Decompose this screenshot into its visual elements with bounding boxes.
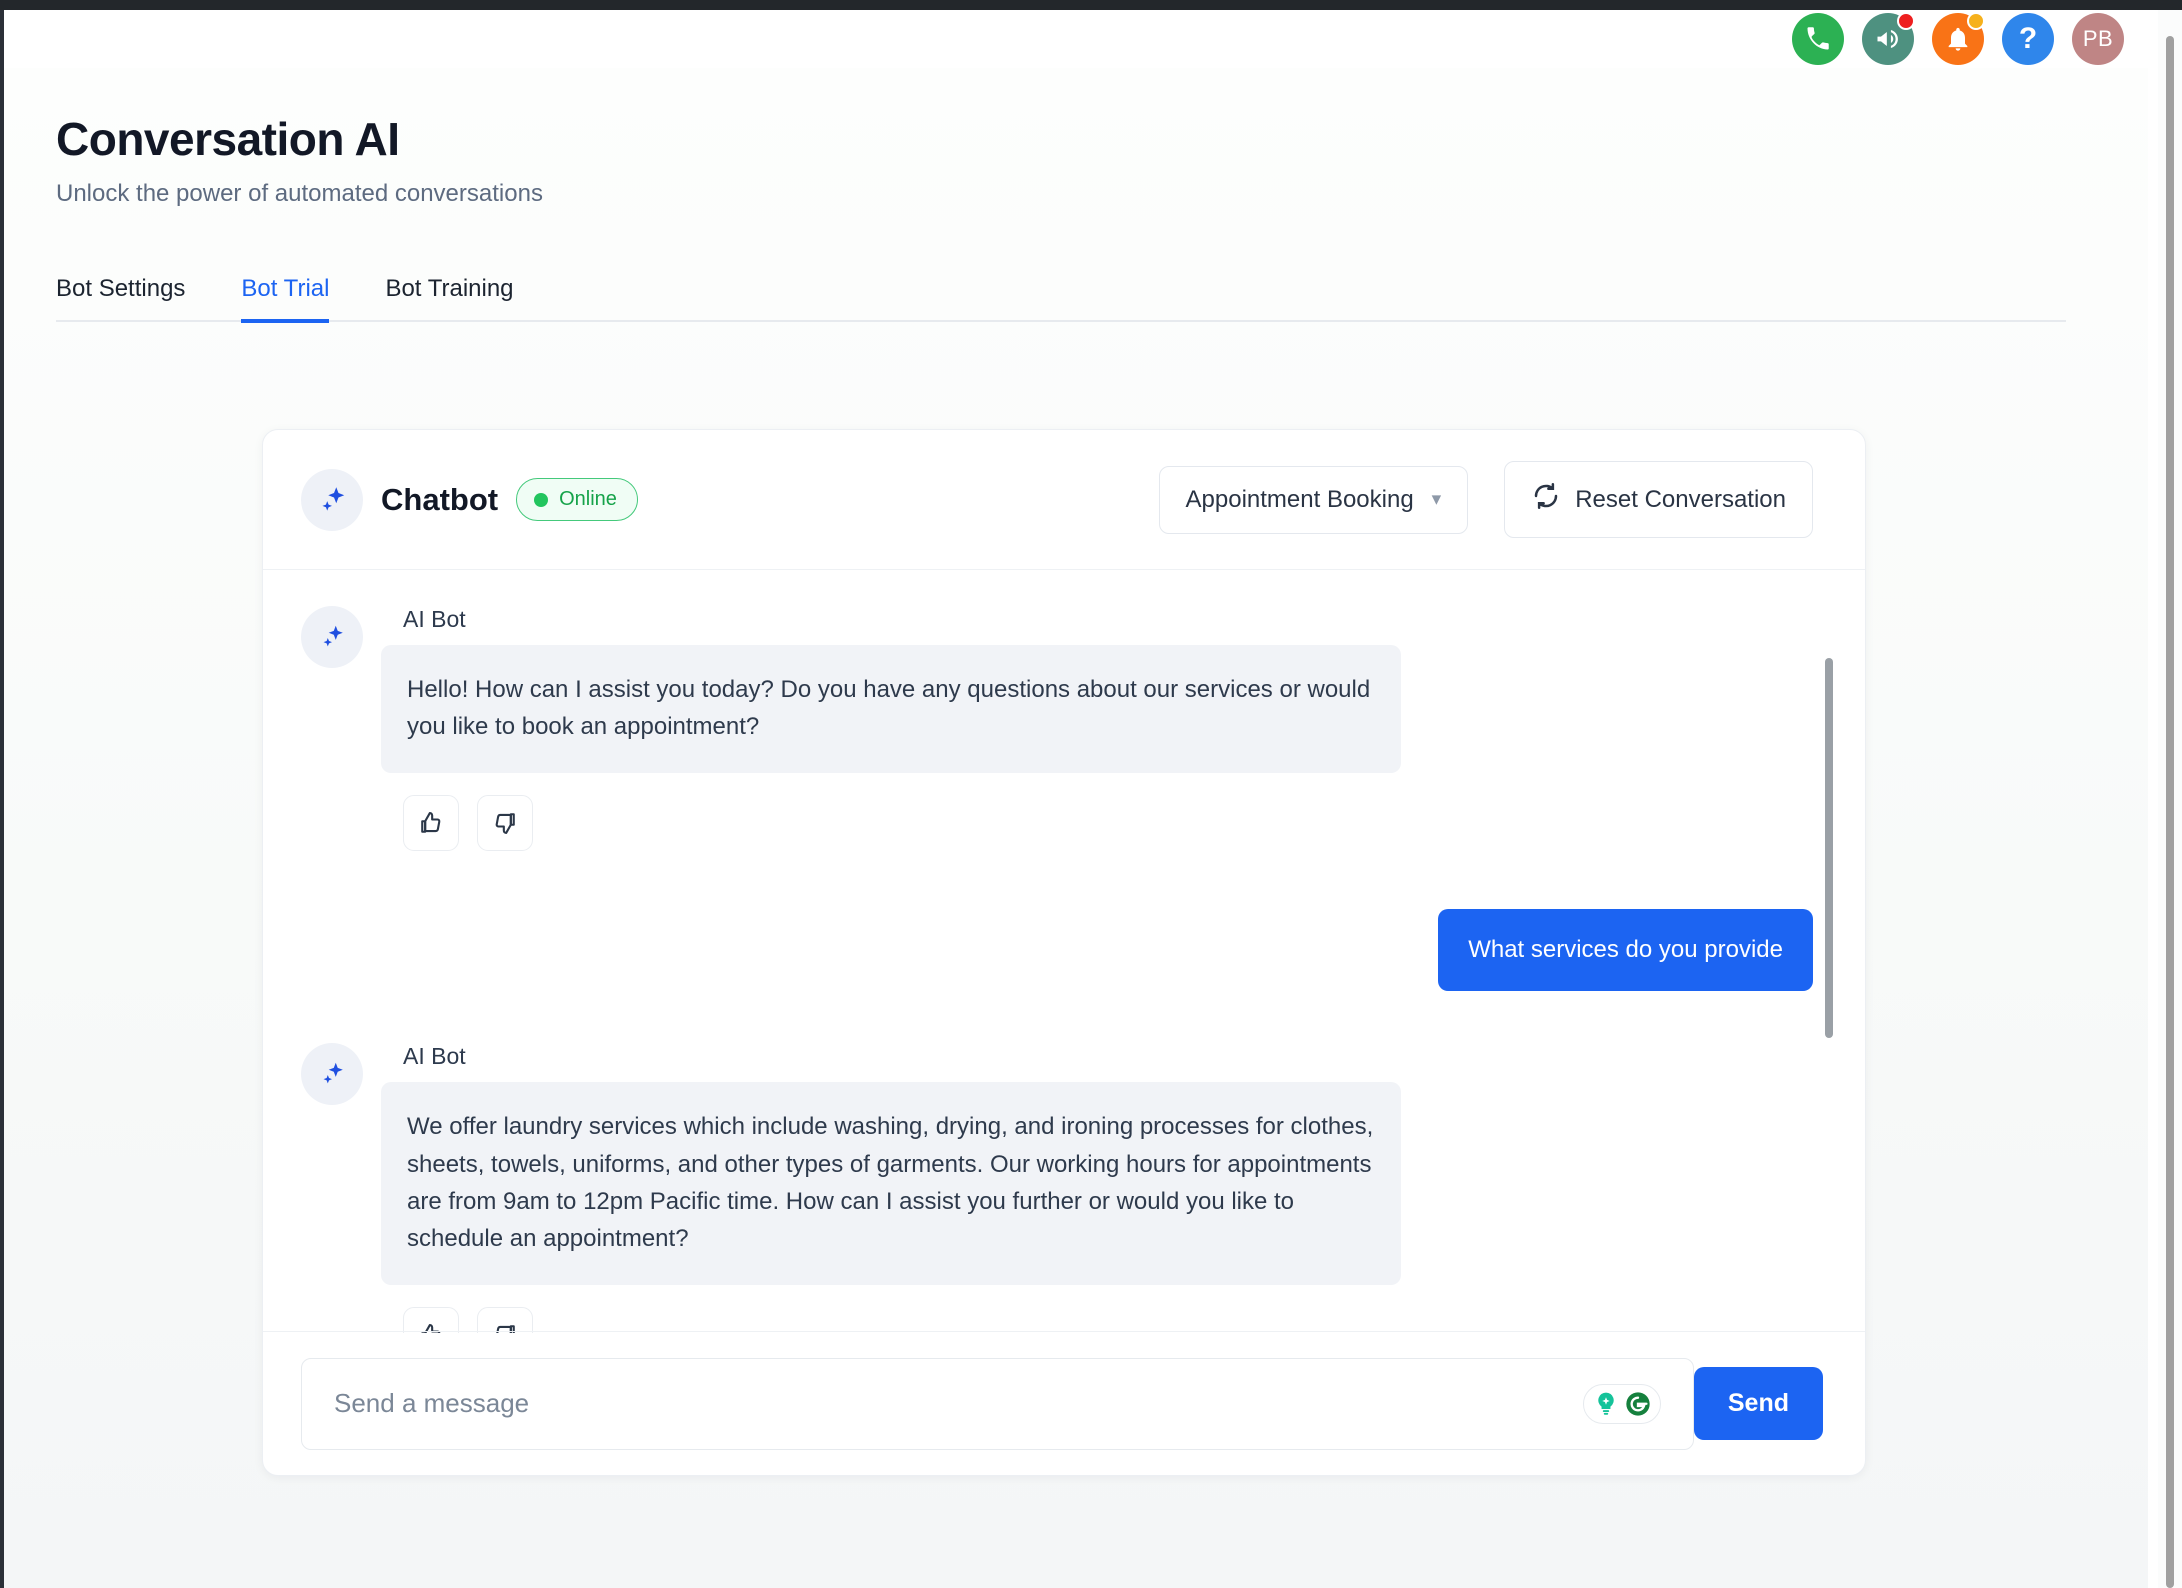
grammarly-logo-icon[interactable]: [1624, 1390, 1652, 1418]
avatar[interactable]: PB: [2072, 13, 2124, 65]
sparkle-icon: [301, 1043, 363, 1106]
chat-scrollbar-thumb[interactable]: [1825, 658, 1833, 1038]
tab-bot-training[interactable]: Bot Training: [385, 275, 513, 323]
page-scrollbar[interactable]: [2158, 10, 2182, 1588]
chat-bot-title: Chatbot: [381, 481, 499, 517]
thumbs-up-icon[interactable]: [403, 1307, 459, 1333]
refresh-icon: [1531, 481, 1561, 518]
tab-bot-settings[interactable]: Bot Settings: [56, 275, 185, 323]
page-header: Conversation AI Unlock the power of auto…: [4, 68, 2148, 208]
message-column: AI Bot Hello! How can I assist you today…: [381, 606, 1401, 852]
message-bubble: Hello! How can I assist you today? Do yo…: [381, 645, 1401, 774]
window-title-strip: [0, 0, 2182, 10]
feedback-controls: [403, 795, 1401, 852]
message-sender: AI Bot: [403, 606, 466, 632]
feedback-controls: [403, 1307, 1401, 1333]
grammarly-widget[interactable]: [1582, 1383, 1661, 1424]
tab-bar: Bot Settings Bot Trial Bot Training: [56, 264, 2066, 323]
status-badge-label: Online: [559, 488, 617, 510]
reset-conversation-label: Reset Conversation: [1575, 485, 1786, 513]
message-row-bot-1: AI Bot Hello! How can I assist you today…: [301, 606, 1813, 852]
message-gap: [301, 851, 1813, 909]
reset-conversation-button[interactable]: Reset Conversation: [1504, 461, 1813, 538]
chat-card-header: Chatbot Online Appointment Booking ▾ Res…: [263, 430, 1865, 570]
page-surface: Conversation AI Unlock the power of auto…: [4, 68, 2148, 1588]
page-subtitle: Unlock the power of automated conversati…: [56, 180, 543, 207]
page-title: Conversation AI: [56, 113, 400, 165]
chevron-down-icon: ▾: [1431, 489, 1442, 510]
message-gap: [301, 991, 1813, 1043]
help-icon[interactable]: ?: [2002, 13, 2054, 65]
sparkle-icon: [301, 606, 363, 668]
appointment-booking-label: Appointment Booking: [1185, 485, 1414, 513]
message-bubble: What services do you provide: [1438, 909, 1813, 992]
bell-icon[interactable]: [1932, 12, 1985, 65]
megaphone-badge: [1897, 12, 1915, 30]
help-glyph: ?: [2018, 22, 2038, 55]
lightbulb-icon[interactable]: [1592, 1390, 1620, 1418]
message-input[interactable]: [334, 1388, 1583, 1419]
page-scrollbar-thumb[interactable]: [2166, 36, 2174, 1588]
status-dot-icon: [534, 492, 549, 507]
chat-card: Chatbot Online Appointment Booking ▾ Res…: [262, 429, 1866, 1476]
bot-avatar-wrap: [301, 606, 363, 668]
message-sender: AI Bot: [403, 1043, 466, 1070]
message-bubble: We offer laundry services which include …: [381, 1082, 1401, 1286]
composer-input-wrapper[interactable]: [301, 1357, 1694, 1450]
top-action-bar: ? PB: [4, 10, 2148, 68]
megaphone-icon[interactable]: [1862, 12, 1915, 65]
appointment-booking-select[interactable]: Appointment Booking ▾: [1158, 465, 1469, 534]
sparkle-icon: [301, 468, 363, 531]
message-row-user-1: What services do you provide: [301, 909, 1813, 992]
bell-badge: [1967, 12, 1985, 30]
thumbs-down-icon[interactable]: [477, 795, 533, 852]
bot-avatar-wrap: [301, 1043, 363, 1106]
message-column: AI Bot We offer laundry services which i…: [381, 1043, 1401, 1333]
avatar-initials: PB: [2082, 26, 2114, 51]
message-composer: Send: [263, 1331, 1865, 1475]
phone-icon[interactable]: [1792, 13, 1844, 65]
status-badge: Online: [516, 478, 638, 521]
tab-bot-trial[interactable]: Bot Trial: [241, 275, 330, 323]
thumbs-down-icon[interactable]: [477, 1307, 533, 1333]
message-row-bot-2: AI Bot We offer laundry services which i…: [301, 1043, 1813, 1333]
send-button[interactable]: Send: [1693, 1367, 1823, 1440]
thumbs-up-icon[interactable]: [403, 795, 459, 852]
message-list: AI Bot Hello! How can I assist you today…: [263, 570, 1865, 1333]
